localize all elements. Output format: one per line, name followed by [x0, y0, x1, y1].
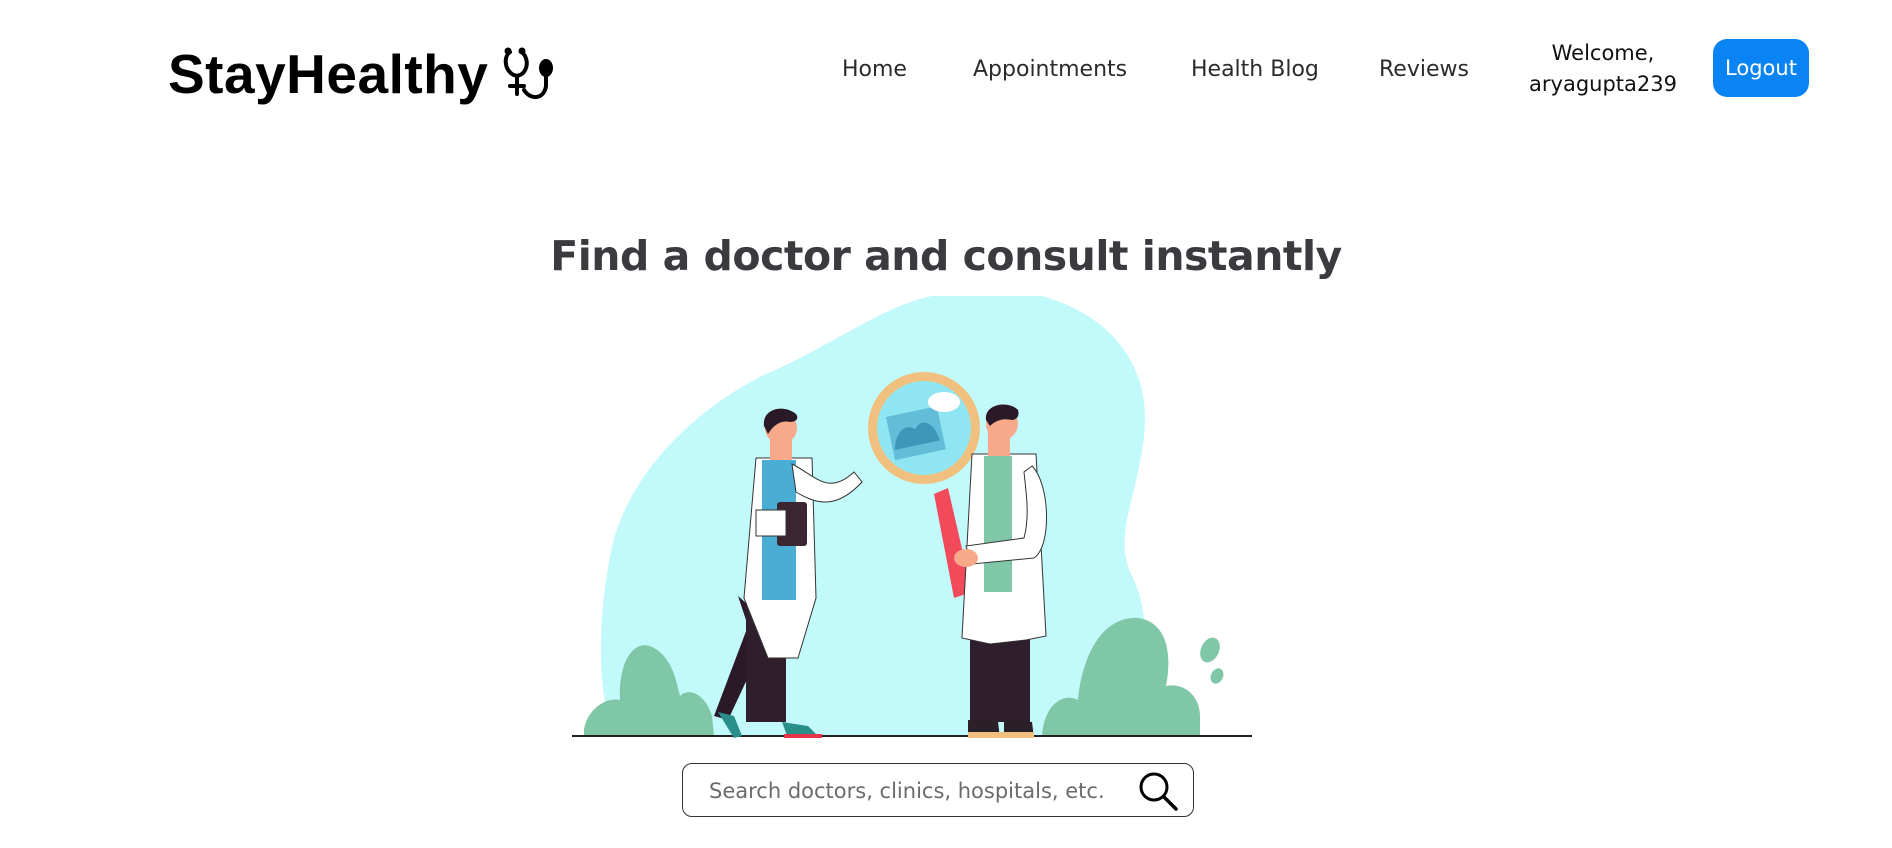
nav-home[interactable]: Home	[842, 52, 907, 88]
search-bar	[682, 763, 1194, 817]
welcome-message: Welcome, aryagupta239	[1515, 38, 1691, 100]
navbar: StayHealthy Home Appointments Health Blo…	[0, 0, 1892, 140]
nav-appointments[interactable]: Appointments	[973, 52, 1127, 88]
welcome-label: Welcome,	[1551, 41, 1655, 65]
logout-button[interactable]: Logout	[1713, 39, 1809, 97]
hero-title: Find a doctor and consult instantly	[550, 232, 1342, 280]
search-input[interactable]	[707, 772, 1131, 810]
username: aryagupta239	[1529, 72, 1677, 96]
background-blob	[600, 296, 1146, 736]
nav-health-blog[interactable]: Health Blog	[1191, 52, 1319, 88]
search-icon[interactable]	[1137, 770, 1179, 812]
doctors-illustration	[572, 296, 1252, 738]
nav-reviews[interactable]: Reviews	[1379, 52, 1469, 88]
